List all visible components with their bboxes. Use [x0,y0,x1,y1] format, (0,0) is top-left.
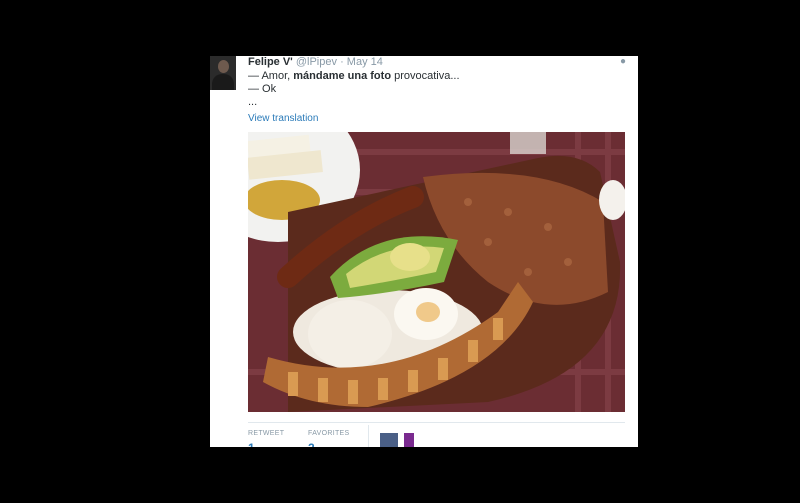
favoriter-avatar-1[interactable] [380,433,398,447]
tweet-line-3: ... [248,96,258,108]
tweet-line-2: — Ok [248,83,277,95]
stats-divider [368,425,369,447]
line1-suffix: provocativa... [391,70,460,82]
retweet-label: RETWEET [248,430,285,437]
egg-yolk [416,302,440,322]
tweet-header: Felipe V' @lPipev · May 14 [248,56,383,68]
food-photo-illustration [248,132,625,412]
retweet-count[interactable]: 1 [248,441,255,447]
napkin [510,132,546,154]
tweet-stats: RETWEET 1 FAVORITES 2 [248,422,625,447]
avatar-head [218,60,229,73]
tweet-card: Felipe V' @lPipev · May 14 ● — Amor, mán… [210,56,638,447]
caret-down-icon[interactable]: ● [620,56,626,67]
meta-separator: · [340,56,344,68]
tweet-date[interactable]: May 14 [347,56,383,68]
arepa-piece [308,300,392,368]
avatar-shoulders [212,74,234,90]
author-avatar[interactable] [210,56,236,90]
favorites-count[interactable]: 2 [308,441,315,447]
tweet-photo[interactable] [248,132,625,412]
favoriter-avatar-2[interactable] [404,433,414,447]
tweet-text: — Amor, mándame una foto provocativa... … [248,70,460,109]
avocado-center [390,243,430,271]
view-translation-link[interactable]: View translation [248,113,318,124]
tweet-line-1: — Amor, mándame una foto provocativa... [248,70,460,83]
author-name[interactable]: Felipe V' [248,56,293,68]
author-handle[interactable]: @lPipev [296,56,337,68]
line1-prefix: — Amor, [248,70,294,82]
favorites-label: FAVORITES [308,430,350,437]
line1-bold: mándame una foto [293,70,392,82]
